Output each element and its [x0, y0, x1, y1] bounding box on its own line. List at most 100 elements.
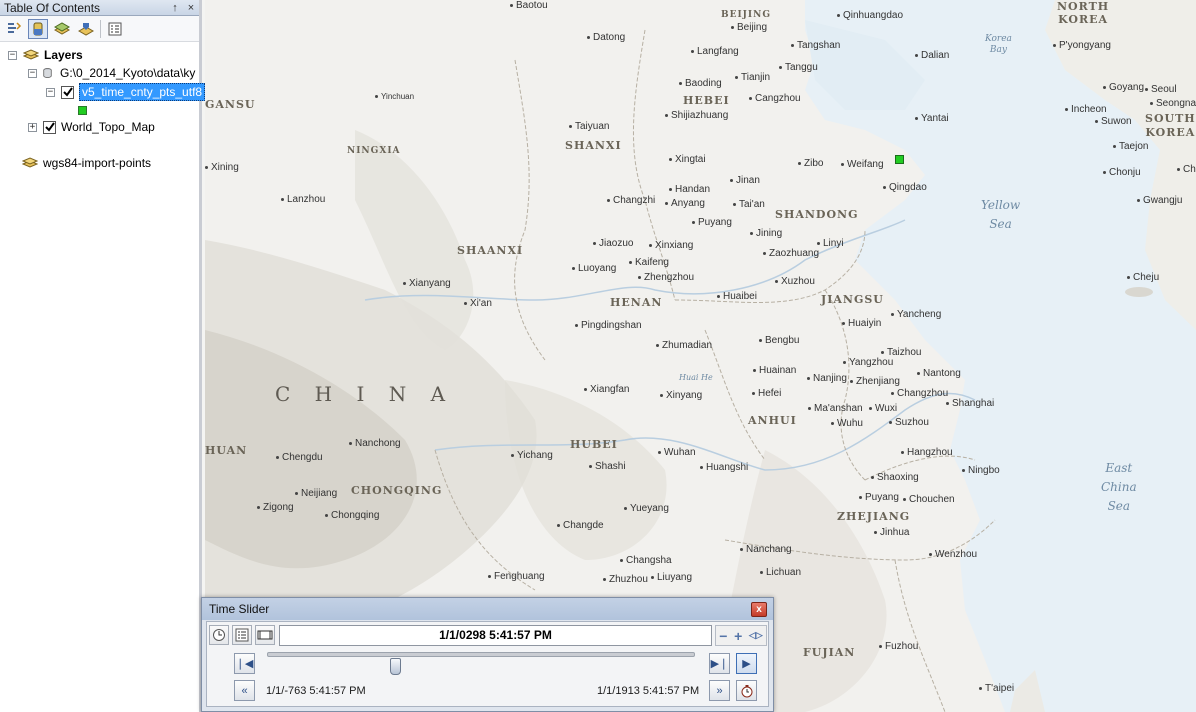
checkmark-icon: [44, 122, 55, 132]
country-label-south-korea: SOUTH KOREA: [1145, 112, 1196, 139]
expand-icon[interactable]: +: [28, 122, 37, 132]
list-by-source-button[interactable]: [28, 18, 48, 39]
go-to-end-button[interactable]: »: [709, 680, 730, 701]
toc-title: Table Of Contents: [4, 0, 101, 15]
city-label: Shashi: [589, 461, 626, 472]
time-layer-label[interactable]: v5_time_cnty_pts_utf8: [79, 83, 206, 101]
city-label: Zhuzhou: [603, 574, 648, 585]
city-label: Tianjin: [735, 72, 770, 83]
city-label: Xinxiang: [649, 240, 693, 251]
city-label: Kaifeng: [629, 257, 669, 268]
city-label: Xuzhou: [775, 276, 815, 287]
city-label: Shijiazhuang: [665, 110, 728, 121]
city-label: Nantong: [917, 368, 961, 379]
region-label-hunan-fragment: HUAN: [205, 444, 248, 457]
time-slider-track[interactable]: [267, 652, 695, 657]
options-button[interactable]: [105, 19, 125, 39]
pin-icon[interactable]: ↑: [167, 2, 183, 14]
current-time-display[interactable]: 1/1/0298 5:41:57 PM: [279, 625, 712, 646]
city-label: Huaiyin: [842, 318, 881, 329]
city-label: Chonju: [1103, 167, 1141, 178]
close-button[interactable]: x: [751, 601, 767, 617]
city-label: Lichuan: [760, 567, 801, 578]
city-label: Baoding: [679, 78, 722, 89]
region-label-shanxi: SHANXI: [565, 139, 622, 152]
city-label: Taiyuan: [569, 121, 609, 132]
zoom-in-icon[interactable]: +: [734, 628, 742, 644]
time-point-marker[interactable]: [895, 155, 904, 164]
toolbar-separator: [100, 19, 101, 38]
region-label-fujian: FUJIAN: [803, 646, 856, 659]
list-by-selection-button[interactable]: [76, 19, 96, 39]
list-by-visibility-button[interactable]: [52, 19, 72, 39]
city-label: Chongju: [1177, 164, 1196, 175]
city-label: Changde: [557, 520, 604, 531]
city-label: Linyi: [817, 238, 844, 249]
export-video-button[interactable]: [255, 625, 275, 645]
city-label: Jining: [750, 228, 782, 239]
city-label: Liuyang: [651, 572, 692, 583]
full-extent-icon[interactable]: ◁▷: [749, 630, 763, 641]
basemap-layer-label: World_Topo_Map: [61, 120, 155, 134]
city-label: Chouchen: [903, 494, 955, 505]
play-button[interactable]: ▶: [736, 653, 757, 674]
layer-visibility-checkbox[interactable]: [61, 85, 74, 99]
city-label: Wuhu: [831, 418, 863, 429]
city-label: Huaibei: [717, 291, 757, 302]
zoom-out-icon[interactable]: −: [719, 628, 727, 644]
enable-time-button[interactable]: [232, 625, 252, 645]
layer-list-icon: [235, 628, 249, 642]
tree-row-time-layer[interactable]: − v5_time_cnty_pts_utf8: [46, 83, 206, 101]
close-icon[interactable]: ×: [183, 2, 199, 14]
toc-toolbar: [0, 16, 199, 42]
time-slider-titlebar[interactable]: Time Slider x: [202, 598, 773, 620]
city-label: Shanghai: [946, 398, 994, 409]
city-label: Nanjing: [807, 373, 847, 384]
region-label-ningxia: NINGXIA: [347, 146, 401, 156]
collapse-icon[interactable]: −: [46, 87, 55, 97]
city-label: Langfang: [691, 46, 739, 57]
film-icon: [257, 630, 273, 640]
layers-icon: [22, 157, 38, 168]
city-label: Tai'an: [733, 199, 765, 210]
tree-row-basemap[interactable]: + World_Topo_Map: [28, 118, 155, 136]
city-label: Jinan: [730, 175, 760, 186]
city-label: Qinhuangdao: [837, 10, 903, 21]
import-points-label: wgs84-import-points: [43, 156, 152, 170]
city-label: Xi'an: [464, 298, 492, 309]
time-slider-thumb[interactable]: [389, 658, 401, 675]
go-to-start-button[interactable]: «: [234, 680, 255, 701]
layers-icon: [23, 49, 39, 60]
city-label: Datong: [587, 32, 625, 43]
tree-row-table[interactable]: wgs84-import-points: [22, 154, 151, 172]
city-label: Hangzhou: [901, 447, 953, 458]
city-label: Seongnam: [1150, 98, 1196, 109]
city-label: Seoul: [1145, 84, 1177, 95]
step-forward-button[interactable]: ▶❘: [709, 653, 730, 674]
layer-visibility-checkbox[interactable]: [43, 120, 56, 134]
collapse-icon[interactable]: −: [8, 50, 17, 60]
city-label: Chongqing: [325, 510, 379, 521]
end-time-label: 1/1/1913 5:41:57 PM: [597, 685, 700, 697]
playback-options-button[interactable]: [736, 680, 757, 701]
list-by-drawing-order-button[interactable]: [4, 19, 24, 39]
city-label: Cheju: [1127, 272, 1159, 283]
city-label: Incheon: [1065, 104, 1107, 115]
collapse-icon[interactable]: −: [28, 68, 37, 78]
time-slider-options-button[interactable]: [209, 625, 229, 645]
city-label: Shaoxing: [871, 472, 919, 483]
city-label: Beijing: [731, 22, 767, 33]
city-label: Changzhou: [891, 388, 948, 399]
time-slider-title: Time Slider: [209, 602, 270, 616]
city-label: Qingdao: [883, 182, 927, 193]
city-label: Jiaozuo: [593, 238, 633, 249]
tree-row-source[interactable]: − G:\0_2014_Kyoto\data\ky: [28, 64, 195, 82]
legend-symbol-swatch[interactable]: [78, 106, 87, 115]
city-label: Wenzhou: [929, 549, 977, 560]
list-by-source-icon: [33, 22, 43, 35]
tree-row-layers[interactable]: − Layers: [8, 46, 83, 64]
city-label: T'aipei: [979, 683, 1014, 694]
city-label: Gwangju: [1137, 195, 1182, 206]
step-back-button[interactable]: ❘◀: [234, 653, 255, 674]
city-label: Changsha: [620, 555, 672, 566]
